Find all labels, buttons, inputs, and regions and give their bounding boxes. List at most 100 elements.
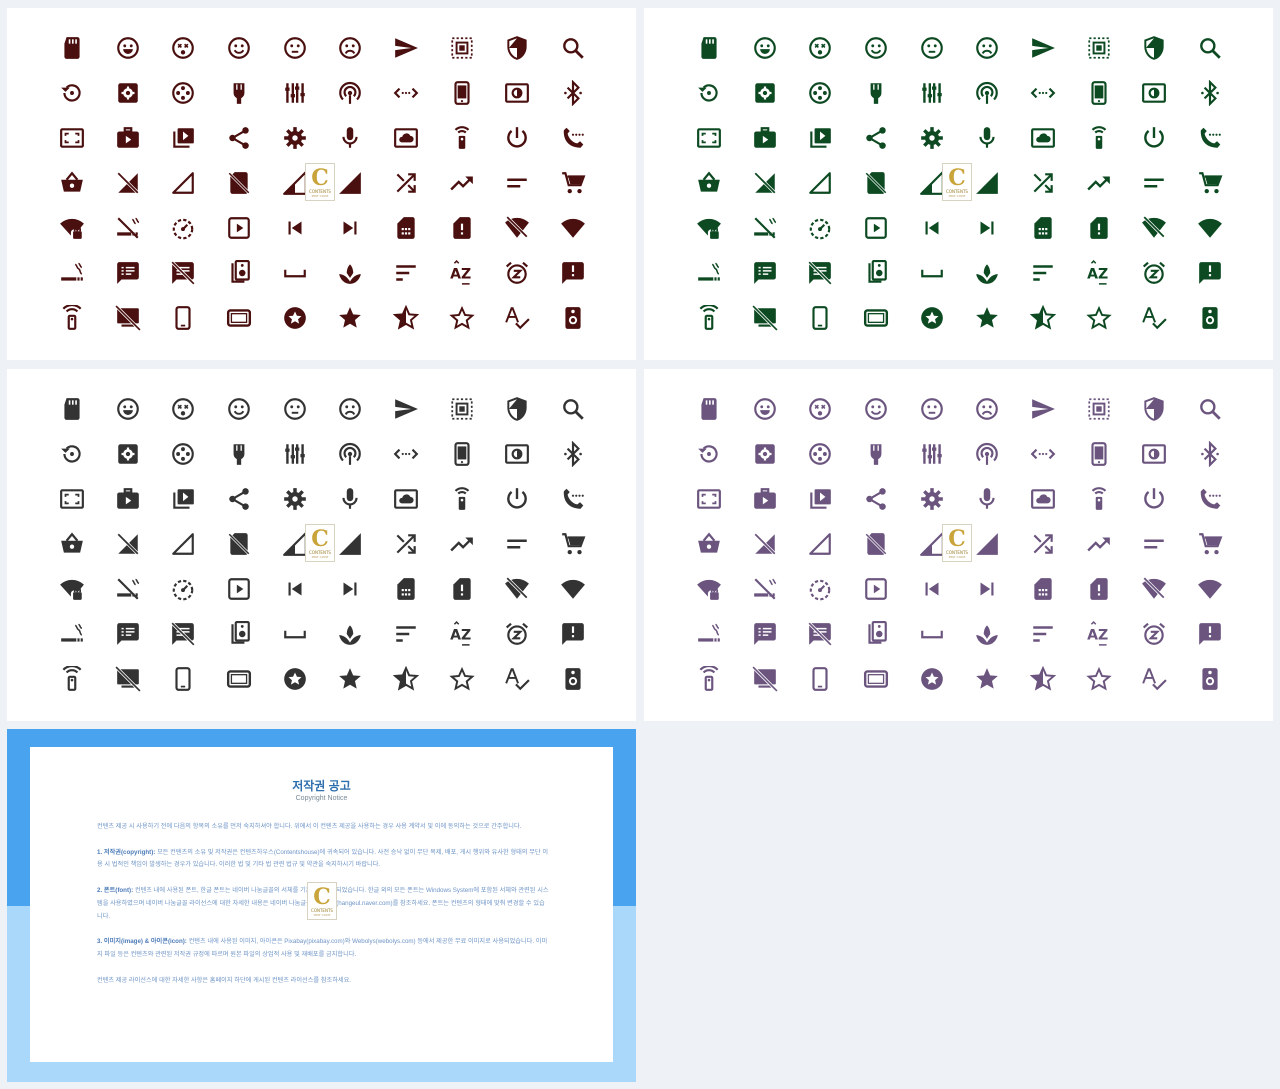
- video-library-icon: [792, 116, 848, 161]
- brightness-box-icon: [490, 71, 546, 116]
- star-outline-icon: [434, 656, 490, 701]
- desktop-off-icon: [737, 656, 793, 701]
- star-half-icon: [378, 295, 434, 340]
- signal-empty-icon: [155, 522, 211, 567]
- comment-off-icon: [155, 250, 211, 295]
- sim-card-icon: [1015, 206, 1071, 251]
- sim-card-icon: [1015, 567, 1071, 612]
- neutral-face-icon: [267, 26, 323, 71]
- shield-icon: [1127, 387, 1183, 432]
- no-smoking-icon: [737, 206, 793, 251]
- space-bar-icon: [904, 250, 960, 295]
- video-library-icon: [155, 116, 211, 161]
- signal-off-icon: [737, 522, 793, 567]
- sort-lines-icon: [1015, 250, 1071, 295]
- watermark-letter: C: [311, 525, 329, 552]
- sort-lines-icon: [378, 250, 434, 295]
- smile-icon: [848, 387, 904, 432]
- spa-icon: [322, 611, 378, 656]
- sim-card-icon: [378, 567, 434, 612]
- space-bar-icon: [267, 611, 323, 656]
- trending-up-icon: [1071, 161, 1127, 206]
- basket-icon: [681, 161, 737, 206]
- shuffle-icon: [1015, 522, 1071, 567]
- wifi-tethering-icon: [322, 432, 378, 477]
- video-library-icon: [155, 477, 211, 522]
- watermark-sub: PPAT CODE: [313, 912, 331, 917]
- select-all-icon: [434, 387, 490, 432]
- star-half-icon: [1015, 656, 1071, 701]
- power-icon: [490, 116, 546, 161]
- sort-az-icon: AZ: [1071, 250, 1127, 295]
- comment-off-icon: [792, 611, 848, 656]
- star-icon: [959, 656, 1015, 701]
- sort-az-icon: AZ: [434, 250, 490, 295]
- cloud-box-icon: [378, 477, 434, 522]
- notice-section-image: 3. 이미지(image) & 아이콘(icon): 컨텐츠 내에 사용된 이미…: [97, 936, 549, 962]
- wifi-tethering-icon: [959, 432, 1015, 477]
- tower-icon: [44, 295, 100, 340]
- send-icon: [378, 387, 434, 432]
- video-case-icon: [737, 116, 793, 161]
- icon-slide-maroon: AZ C CONTENTS PPAT CODE: [7, 8, 636, 360]
- sad-face-icon: [959, 26, 1015, 71]
- search-icon: [1182, 26, 1238, 71]
- remote-icon: [434, 477, 490, 522]
- dizzy-face-icon: [792, 26, 848, 71]
- neutral-face-icon: [904, 26, 960, 71]
- smartphone-icon: [1071, 432, 1127, 477]
- smoking-icon: [681, 250, 737, 295]
- notice-title: 저작권 공고: [292, 779, 351, 793]
- sort-lines-icon: [378, 611, 434, 656]
- shuffle-icon: [378, 522, 434, 567]
- basket-icon: [44, 522, 100, 567]
- restore-icon: [681, 432, 737, 477]
- search-icon: [545, 26, 601, 71]
- notice-section-text: 모든 컨텐츠의 소유 및 저작권은 컨텐츠하우스(Contentshouse)에…: [97, 848, 549, 869]
- timer-dial-icon: [155, 567, 211, 612]
- wifi-tethering-icon: [322, 71, 378, 116]
- bluetooth-icon: [545, 71, 601, 116]
- watermark-letter: C: [313, 883, 331, 910]
- skip-previous-icon: [267, 206, 323, 251]
- neutral-face-icon: [267, 387, 323, 432]
- notice-subtitle: Copyright Notice: [295, 795, 348, 802]
- no-smoking-icon: [737, 567, 793, 612]
- restore-icon: [44, 432, 100, 477]
- tower-icon: [681, 656, 737, 701]
- remote-icon: [1071, 477, 1127, 522]
- watermark-sub: PPAT CODE: [948, 554, 966, 559]
- sd-card-icon: [44, 26, 100, 71]
- power-plug-icon: [211, 71, 267, 116]
- brightness-box-icon: [490, 432, 546, 477]
- speaker-group-icon: [211, 611, 267, 656]
- shuffle-icon: [378, 161, 434, 206]
- feedback-icon: [545, 250, 601, 295]
- sim-alert-icon: [1071, 206, 1127, 251]
- signal-off-icon: [100, 161, 156, 206]
- watermark-sub: PPAT CODE: [311, 193, 329, 198]
- trending-up-icon: [1071, 522, 1127, 567]
- settings-box-icon: [737, 71, 793, 116]
- send-icon: [1015, 387, 1071, 432]
- code-arrows-icon: [378, 432, 434, 477]
- remote-icon: [434, 116, 490, 161]
- speaker-icon: [1182, 295, 1238, 340]
- svg-text:AZ: AZ: [450, 266, 471, 282]
- slideshow-icon: [848, 206, 904, 251]
- svg-text:AZ: AZ: [450, 627, 471, 643]
- smoking-icon: [44, 250, 100, 295]
- call-dots-icon: [1182, 116, 1238, 161]
- slideshow-icon: [211, 567, 267, 612]
- signal-off-icon: [737, 161, 793, 206]
- neutral-face-icon: [904, 387, 960, 432]
- smile-icon: [848, 26, 904, 71]
- speaker-icon: [545, 295, 601, 340]
- snooze-alarm-icon: [1127, 611, 1183, 656]
- code-arrows-icon: [378, 71, 434, 116]
- speaker-group-icon: [848, 611, 904, 656]
- wifi-lock-icon: [681, 567, 737, 612]
- settings-box-icon: [100, 71, 156, 116]
- stars-icon: [904, 295, 960, 340]
- watermark-logo: C CONTENTS PPAT CODE: [942, 524, 972, 562]
